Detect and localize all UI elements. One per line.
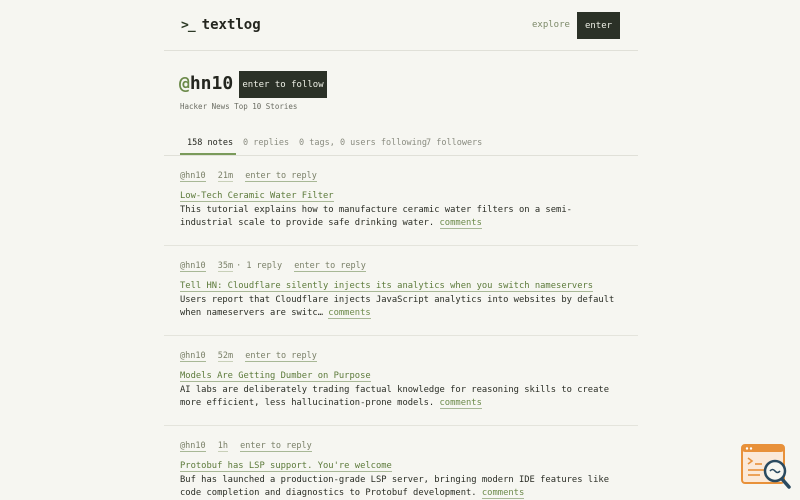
post-author[interactable]: @hn10 bbox=[180, 351, 206, 362]
profile-description: Hacker News Top 10 Stories bbox=[180, 102, 298, 111]
tab-tags-following[interactable]: 0 tags, 0 users following bbox=[299, 138, 427, 148]
page-container: >_ textlog explore enter @hn10 enter to … bbox=[164, 0, 638, 500]
post-body-text: Users report that Cloudflare injects Jav… bbox=[180, 295, 615, 318]
at-symbol: @ bbox=[179, 73, 190, 94]
tab-notes[interactable]: 158 notes bbox=[187, 138, 233, 148]
logo[interactable]: >_ textlog bbox=[181, 17, 261, 33]
post-title[interactable]: Low-Tech Ceramic Water Filter bbox=[180, 191, 334, 202]
post-time[interactable]: 1h bbox=[217, 441, 228, 452]
post-body-text: This tutorial explains how to manufactur… bbox=[180, 205, 572, 228]
top-header: >_ textlog explore enter bbox=[164, 0, 638, 51]
comments-link[interactable]: comments bbox=[328, 308, 371, 319]
post-body-text: Buf has launched a production-grade LSP … bbox=[180, 475, 609, 498]
post-item: @hn10 35m · 1 reply enter to reply Tell H… bbox=[164, 261, 638, 336]
post-meta: @hn10 21m enter to reply bbox=[180, 171, 324, 182]
post-body: Users report that Cloudflare injects Jav… bbox=[180, 294, 620, 320]
username-text: hn10 bbox=[189, 73, 234, 94]
post-body: Buf has launched a production-grade LSP … bbox=[180, 474, 620, 500]
reply-count: · 1 reply bbox=[236, 261, 283, 271]
active-tab-indicator bbox=[180, 153, 236, 155]
logo-text: textlog bbox=[201, 17, 261, 33]
post-title[interactable]: Models Are Getting Dumber on Purpose bbox=[180, 371, 371, 382]
nav-enter-button[interactable]: enter bbox=[577, 12, 620, 39]
profile-username: @hn10 bbox=[179, 73, 233, 94]
reply-link[interactable]: enter to reply bbox=[245, 171, 317, 182]
reply-link[interactable]: enter to reply bbox=[240, 441, 312, 452]
post-time[interactable]: 21m bbox=[217, 171, 234, 182]
search-document-icon[interactable] bbox=[740, 442, 792, 492]
reply-link[interactable]: enter to reply bbox=[294, 261, 366, 272]
post-body: AI labs are deliberately trading factual… bbox=[180, 384, 620, 410]
post-time[interactable]: 52m bbox=[217, 351, 234, 362]
post-time[interactable]: 35m bbox=[217, 261, 234, 272]
comments-link[interactable]: comments bbox=[439, 398, 482, 409]
post-item: @hn10 52m enter to reply Models Are Gett… bbox=[164, 351, 638, 426]
terminal-prompt-icon: >_ bbox=[181, 17, 196, 33]
post-item: @hn10 21m enter to reply Low-Tech Cerami… bbox=[164, 171, 638, 246]
profile-tabs: 158 notes 0 replies 0 tags, 0 users foll… bbox=[164, 131, 638, 156]
follow-button[interactable]: enter to follow bbox=[239, 71, 327, 98]
post-title[interactable]: Protobuf has LSP support. You're welcome bbox=[180, 461, 392, 472]
post-title[interactable]: Tell HN: Cloudflare silently injects its… bbox=[180, 281, 594, 292]
comments-link[interactable]: comments bbox=[439, 218, 482, 229]
tab-followers[interactable]: 7 followers bbox=[426, 138, 482, 148]
post-item: @hn10 1h enter to reply Protobuf has LSP… bbox=[164, 441, 638, 500]
post-meta: @hn10 35m · 1 reply enter to reply bbox=[180, 261, 373, 272]
post-body-text: AI labs are deliberately trading factual… bbox=[180, 385, 609, 408]
reply-link[interactable]: enter to reply bbox=[245, 351, 317, 362]
post-author[interactable]: @hn10 bbox=[180, 441, 206, 452]
post-meta: @hn10 1h enter to reply bbox=[180, 441, 319, 452]
post-author[interactable]: @hn10 bbox=[180, 171, 206, 182]
post-author[interactable]: @hn10 bbox=[180, 261, 206, 272]
post-body: This tutorial explains how to manufactur… bbox=[180, 204, 620, 230]
nav-explore-link[interactable]: explore bbox=[532, 20, 570, 30]
post-meta: @hn10 52m enter to reply bbox=[180, 351, 324, 362]
tab-replies[interactable]: 0 replies bbox=[243, 138, 289, 148]
comments-link[interactable]: comments bbox=[481, 488, 525, 499]
